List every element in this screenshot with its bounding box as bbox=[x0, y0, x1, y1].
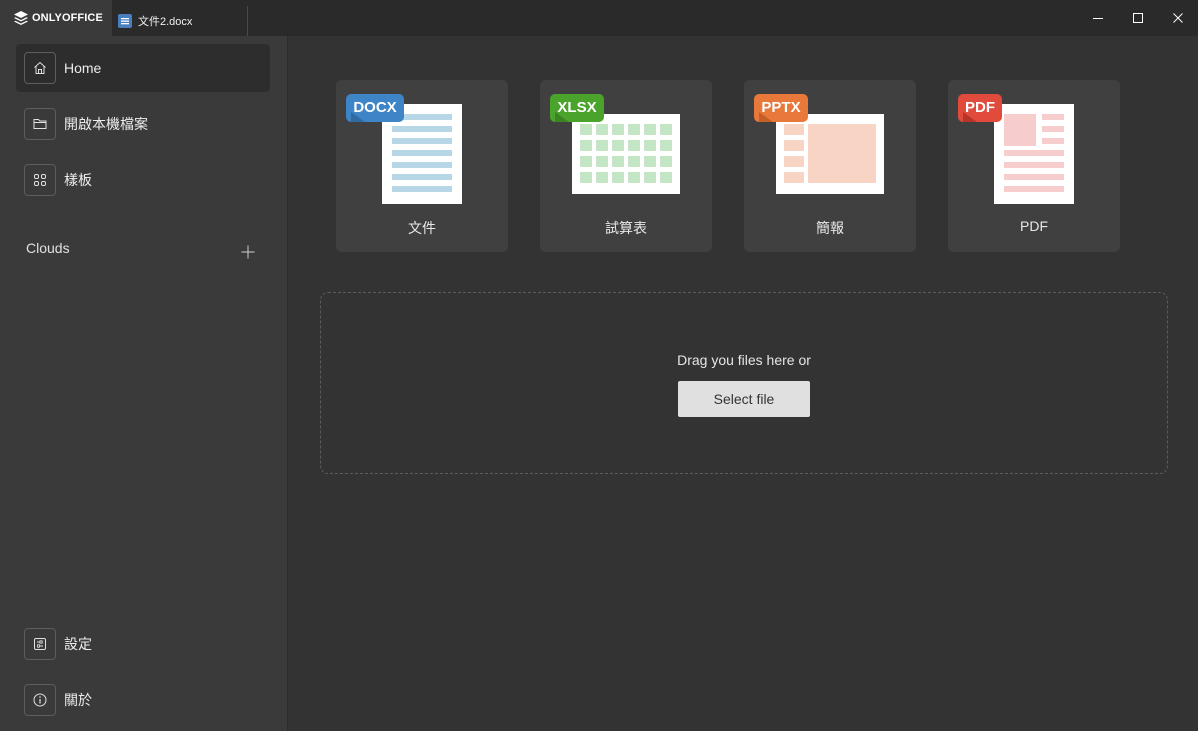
sidebar-item-label: 開啟本機檔案 bbox=[64, 116, 148, 132]
sidebar-item-settings[interactable]: 設定 bbox=[16, 620, 270, 668]
add-cloud-button[interactable] bbox=[238, 242, 258, 262]
document-tab[interactable]: 文件2.docx bbox=[112, 6, 248, 36]
xlsx-file-icon: XLSX bbox=[550, 94, 680, 194]
brand-name: ONLYOFFICE bbox=[32, 12, 103, 24]
sidebar-item-home[interactable]: Home bbox=[16, 44, 270, 92]
sidebar-item-label: Home bbox=[64, 60, 102, 76]
main-panel: DOCX 文件 XLSX 試算表 PPTX 簡報 PDF PDF Drag yo… bbox=[288, 36, 1198, 731]
xlsx-badge: XLSX bbox=[557, 99, 596, 116]
brand-tab[interactable]: ONLYOFFICE bbox=[0, 0, 112, 36]
settings-icon bbox=[34, 638, 46, 650]
minimize-button[interactable] bbox=[1078, 0, 1118, 36]
plus-icon bbox=[241, 245, 255, 259]
title-bar: ONLYOFFICE 文件2.docx bbox=[0, 0, 1198, 36]
create-spreadsheet-card[interactable]: XLSX 試算表 bbox=[540, 80, 712, 252]
sidebar-item-label: 樣板 bbox=[64, 172, 92, 188]
create-pdf-card[interactable]: PDF PDF bbox=[948, 80, 1120, 252]
maximize-icon bbox=[1133, 13, 1143, 23]
create-document-card[interactable]: DOCX 文件 bbox=[336, 80, 508, 252]
close-icon bbox=[1173, 13, 1183, 23]
sidebar: Home 開啟本機檔案 樣板 Clouds 設定 關於 bbox=[0, 36, 288, 731]
sidebar-item-about[interactable]: 關於 bbox=[16, 676, 270, 724]
minimize-icon bbox=[1093, 18, 1103, 19]
card-label: PDF bbox=[1020, 218, 1048, 234]
folder-icon bbox=[33, 119, 47, 129]
docx-badge: DOCX bbox=[353, 99, 396, 116]
create-presentation-card[interactable]: PPTX 簡報 bbox=[744, 80, 916, 252]
card-label: 文件 bbox=[408, 220, 436, 236]
onlyoffice-logo-icon bbox=[14, 11, 28, 25]
clouds-heading: Clouds bbox=[26, 240, 70, 256]
pdf-badge: PDF bbox=[965, 99, 995, 116]
sidebar-item-label: 關於 bbox=[64, 692, 92, 708]
pdf-file-icon: PDF bbox=[958, 94, 1074, 204]
maximize-button[interactable] bbox=[1118, 0, 1158, 36]
info-icon bbox=[33, 693, 47, 707]
document-tab-title: 文件2.docx bbox=[138, 16, 193, 28]
docx-file-icon: DOCX bbox=[346, 94, 462, 204]
pptx-badge: PPTX bbox=[761, 99, 800, 116]
close-button[interactable] bbox=[1158, 0, 1198, 36]
sidebar-item-label: 設定 bbox=[64, 636, 92, 652]
document-icon bbox=[118, 14, 132, 28]
home-icon bbox=[34, 61, 46, 74]
select-file-button[interactable]: Select file bbox=[678, 381, 810, 417]
grid-icon bbox=[34, 174, 46, 186]
drop-zone-text: Drag you files here or bbox=[677, 352, 811, 368]
file-drop-zone[interactable]: Drag you files here or Select file bbox=[320, 292, 1168, 474]
sidebar-item-templates[interactable]: 樣板 bbox=[16, 156, 270, 204]
card-label: 試算表 bbox=[605, 220, 647, 236]
card-label: 簡報 bbox=[816, 220, 844, 236]
pptx-file-icon: PPTX bbox=[754, 94, 884, 194]
sidebar-item-open-local-file[interactable]: 開啟本機檔案 bbox=[16, 100, 270, 148]
